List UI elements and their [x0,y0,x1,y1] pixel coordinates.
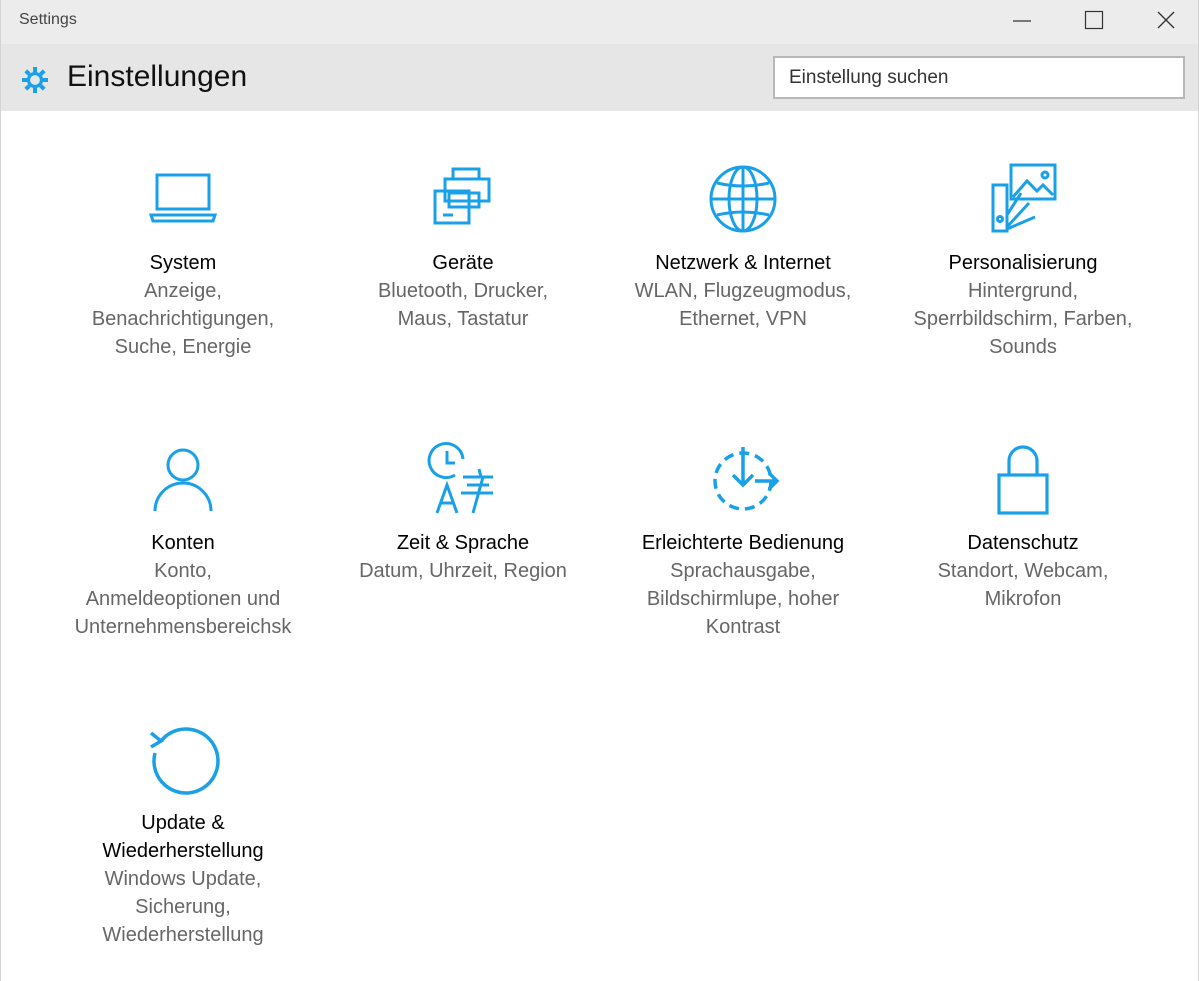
tile-description: Hintergrund, Sperrbildschirm, Farben, So… [913,280,1133,358]
ease-of-access-icon [703,439,783,519]
tile-description: Konto, Anmeldeoptionen und Unternehmensb… [74,560,292,638]
title-bar: Settings [1,0,1198,44]
close-button[interactable] [1131,0,1199,40]
tile-label: Datenschutz [967,532,1079,554]
category-personalization[interactable]: Personalisierung Hintergrund, Sperrbilds… [883,111,1163,361]
category-ease-of-access[interactable]: Erleichterte Bedienung Sprachausgabe, Bi… [603,391,883,641]
category-system[interactable]: System Anzeige, Benachrichtigungen, Such… [43,111,323,361]
minimize-button[interactable] [987,0,1057,40]
tile-label: System [149,252,217,274]
page-title: Einstellungen [67,60,248,93]
personalization-icon [983,159,1063,239]
update-icon [143,719,223,799]
search-box[interactable] [773,56,1185,99]
devices-icon [423,159,503,239]
settings-window: Settings Einstellungen Einstellung suche… [0,0,1199,981]
tile-description: Windows Update, Sicherung, Wiederherstel… [102,868,264,946]
category-update-recovery[interactable]: Update & Wiederherstellung Windows Updat… [43,671,323,949]
tile-description: Sprachausgabe, Bildschirmlupe, hoher Kon… [646,560,840,638]
tile-description: Datum, Uhrzeit, Region [359,560,567,582]
settings-header: Einstellungen [1,44,1198,111]
category-accounts[interactable]: Konten Konto, Anmeldeoptionen und Untern… [43,391,323,641]
person-icon [143,439,223,519]
tile-label: Geräte [432,252,494,274]
maximize-icon [1084,10,1104,30]
tile-label: Zeit & Sprache [396,532,530,554]
close-icon [1157,11,1175,29]
category-privacy[interactable]: Datenschutz Standort, Webcam, Mikrofon [883,391,1163,613]
tile-description: Anzeige, Benachrichtigungen, Suche, Ener… [91,280,275,358]
time-language-icon [423,439,503,519]
window-title: Settings [19,11,77,28]
search-input[interactable] [775,58,1183,97]
tile-label: Update & Wiederherstellung [102,812,264,862]
laptop-icon [143,159,223,239]
gear-icon [22,67,48,93]
globe-icon [703,159,783,239]
tile-description: WLAN, Flugzeugmodus, Ethernet, VPN [634,280,852,330]
minimize-icon [1013,20,1031,22]
category-network[interactable]: Netzwerk & Internet WLAN, Flugzeugmodus,… [603,111,883,333]
lock-icon [983,439,1063,519]
tile-label: Personalisierung [948,252,1098,274]
maximize-button[interactable] [1059,0,1129,40]
tile-description: Bluetooth, Drucker, Maus, Tastatur [377,280,549,330]
tile-label: Erleichterte Bedienung [641,532,845,554]
tile-description: Standort, Webcam, Mikrofon [937,560,1109,610]
tile-label: Netzwerk & Internet [655,252,831,274]
category-time-language[interactable]: Zeit & Sprache Datum, Uhrzeit, Region [323,391,603,585]
tile-label: Konten [151,532,215,554]
category-devices[interactable]: Geräte Bluetooth, Drucker, Maus, Tastatu… [323,111,603,333]
